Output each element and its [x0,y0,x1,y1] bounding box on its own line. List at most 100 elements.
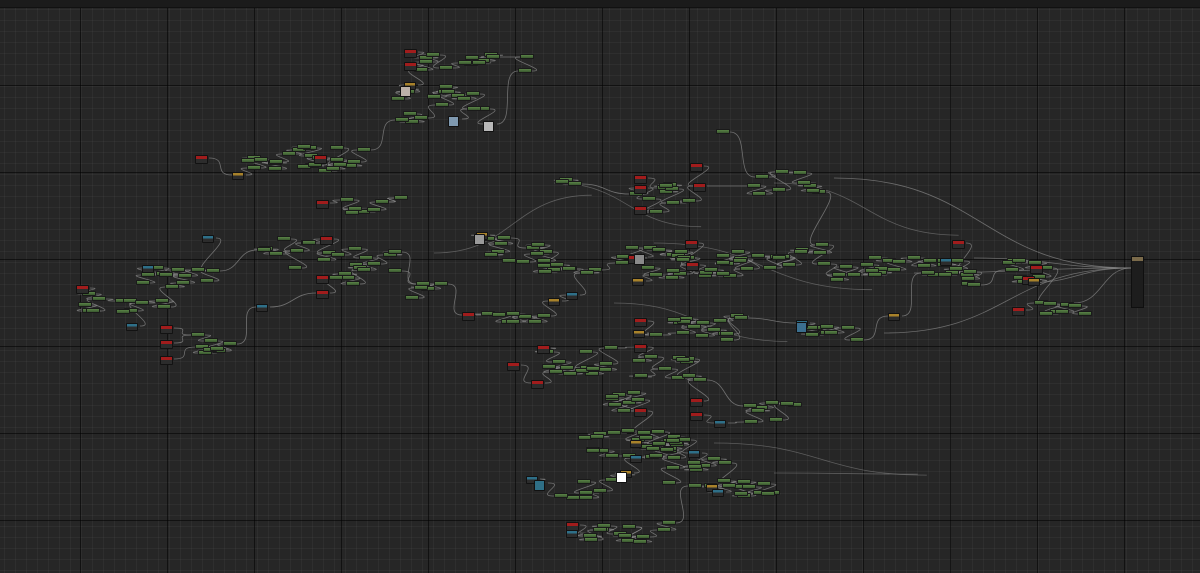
expression-node[interactable] [660,447,674,452]
expression-node[interactable] [484,252,498,257]
parameter-node[interactable] [634,175,647,184]
expression-node[interactable] [367,261,381,266]
expression-node[interactable] [734,315,748,320]
expression-node[interactable] [813,250,827,255]
expression-node[interactable] [720,331,734,336]
expression-node[interactable] [782,262,796,267]
texture-sample-node[interactable] [634,254,645,265]
expression-node[interactable] [917,263,931,268]
expression-node[interactable] [950,258,964,263]
expression-node[interactable] [751,408,765,413]
vector-node[interactable] [632,278,644,286]
expression-node[interactable] [247,165,261,170]
expression-node[interactable] [716,271,730,276]
expression-node[interactable] [439,84,453,89]
parameter-node[interactable] [634,344,647,353]
expression-node[interactable] [210,346,224,351]
expression-node[interactable] [695,333,709,338]
expression-node[interactable] [341,275,355,280]
expression-node[interactable] [621,428,635,433]
expression-node[interactable] [830,277,844,282]
expression-node[interactable] [579,349,593,354]
expression-node[interactable] [963,269,977,274]
texture-sample-node[interactable] [616,472,627,483]
texture-coord-node[interactable] [714,420,726,428]
texture-sample-node[interactable] [483,121,494,132]
texture-coord-node[interactable] [126,323,138,331]
expression-node[interactable] [241,158,255,163]
expression-node[interactable] [204,338,218,343]
parameter-node[interactable] [1030,265,1043,274]
expression-node[interactable] [598,367,612,372]
vector-node[interactable] [232,172,244,180]
expression-node[interactable] [1043,301,1057,306]
expression-node[interactable] [682,198,696,203]
parameter-node[interactable] [1012,307,1025,316]
expression-node[interactable] [666,438,680,443]
expression-node[interactable] [734,491,748,496]
expression-node[interactable] [427,94,441,99]
texture-coord-node[interactable] [202,235,214,243]
vector-node[interactable] [888,313,900,321]
expression-node[interactable] [331,252,345,257]
expression-node[interactable] [938,272,952,277]
expression-node[interactable] [579,495,593,500]
expression-node[interactable] [644,354,658,359]
expression-node[interactable] [520,54,534,59]
expression-node[interactable] [492,312,506,317]
expression-node[interactable] [622,524,636,529]
expression-node[interactable] [720,337,734,342]
expression-node[interactable] [537,313,551,318]
expression-node[interactable] [577,479,591,484]
expression-node[interactable] [617,408,631,413]
expression-node[interactable] [605,453,619,458]
expression-node[interactable] [1039,311,1053,316]
expression-node[interactable] [618,533,632,538]
expression-node[interactable] [666,200,680,205]
texture-coord-node[interactable] [142,265,154,273]
expression-node[interactable] [537,263,551,268]
parameter-node[interactable] [693,183,706,192]
expression-node[interactable] [907,255,921,260]
expression-node[interactable] [642,196,656,201]
expression-node[interactable] [676,357,690,362]
parameter-node[interactable] [690,163,703,172]
texture-coord-node[interactable] [566,292,578,300]
parameter-node[interactable] [314,155,327,164]
parameter-node[interactable] [404,49,417,58]
expression-node[interactable] [599,361,613,366]
material-output-node[interactable] [1131,256,1144,308]
expression-node[interactable] [716,260,730,265]
expression-node[interactable] [772,255,786,260]
parameter-node[interactable] [531,380,544,389]
expression-node[interactable] [367,207,381,212]
expression-node[interactable] [967,282,981,287]
expression-node[interactable] [518,68,532,73]
expression-node[interactable] [674,249,688,254]
texture-coord-node[interactable] [566,530,578,538]
expression-node[interactable] [388,268,402,273]
expression-node[interactable] [563,371,577,376]
expression-node[interactable] [659,183,673,188]
parameter-node[interactable] [690,398,703,407]
parameter-node[interactable] [160,325,173,334]
expression-node[interactable] [652,441,666,446]
parameter-node[interactable] [634,185,647,194]
expression-node[interactable] [223,341,237,346]
expression-node[interactable] [641,265,655,270]
expression-node[interactable] [435,102,449,107]
expression-node[interactable] [330,145,344,150]
expression-node[interactable] [348,246,362,251]
expression-node[interactable] [740,266,754,271]
expression-node[interactable] [1078,311,1092,316]
expression-node[interactable] [528,319,542,324]
expression-node[interactable] [667,455,681,460]
parameter-node[interactable] [952,240,965,249]
parameter-node[interactable] [195,155,208,164]
expression-node[interactable] [359,255,373,260]
expression-node[interactable] [627,390,641,395]
expression-node[interactable] [467,106,481,111]
parameter-node[interactable] [634,206,647,215]
expression-node[interactable] [752,191,766,196]
expression-node[interactable] [257,247,271,252]
